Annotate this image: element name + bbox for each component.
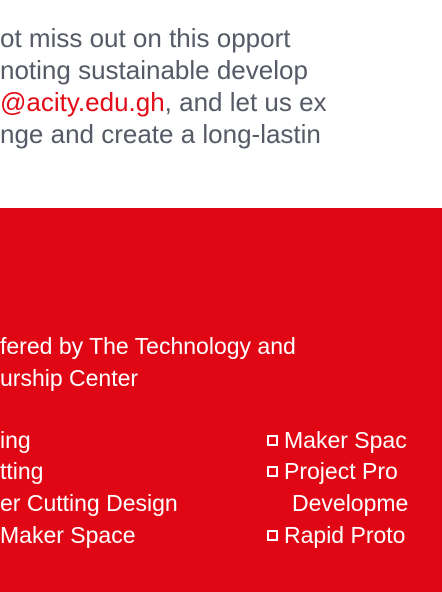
service-item-left-1: ing	[0, 427, 31, 453]
services-intro-line-2: urship Center	[0, 365, 139, 391]
paragraph-line-3-rest: , and let us ex	[164, 87, 327, 117]
checkbox-icon	[267, 435, 278, 446]
paragraph-line-3: @acity.edu.gh, and let us ex	[0, 86, 327, 118]
paragraph-line-4: nge and create a long-lastin	[0, 119, 321, 149]
checkbox-icon	[267, 466, 278, 477]
service-item-left-4: Maker Space	[0, 522, 136, 548]
service-item-left-2: tting	[0, 458, 44, 484]
service-item-right-3: Rapid Proto	[284, 522, 406, 548]
email-link[interactable]: @acity.edu.gh	[0, 87, 165, 117]
checkbox-icon	[267, 530, 278, 541]
service-item-right-1: Maker Spac	[284, 427, 407, 453]
paragraph-line-2: noting sustainable develop	[0, 55, 308, 85]
intro-text-section: ot miss out on this opport noting sustai…	[0, 0, 442, 208]
service-item-left-3: er Cutting Design	[0, 490, 178, 516]
paragraph-line-1: ot miss out on this opport	[0, 23, 291, 53]
service-item-right-2-continued: Developme	[292, 490, 409, 516]
service-item-right-2: Project Pro	[284, 458, 398, 484]
services-intro-line-1: fered by The Technology and	[0, 333, 296, 359]
services-band: fered by The Technology and urship Cente…	[0, 208, 442, 592]
